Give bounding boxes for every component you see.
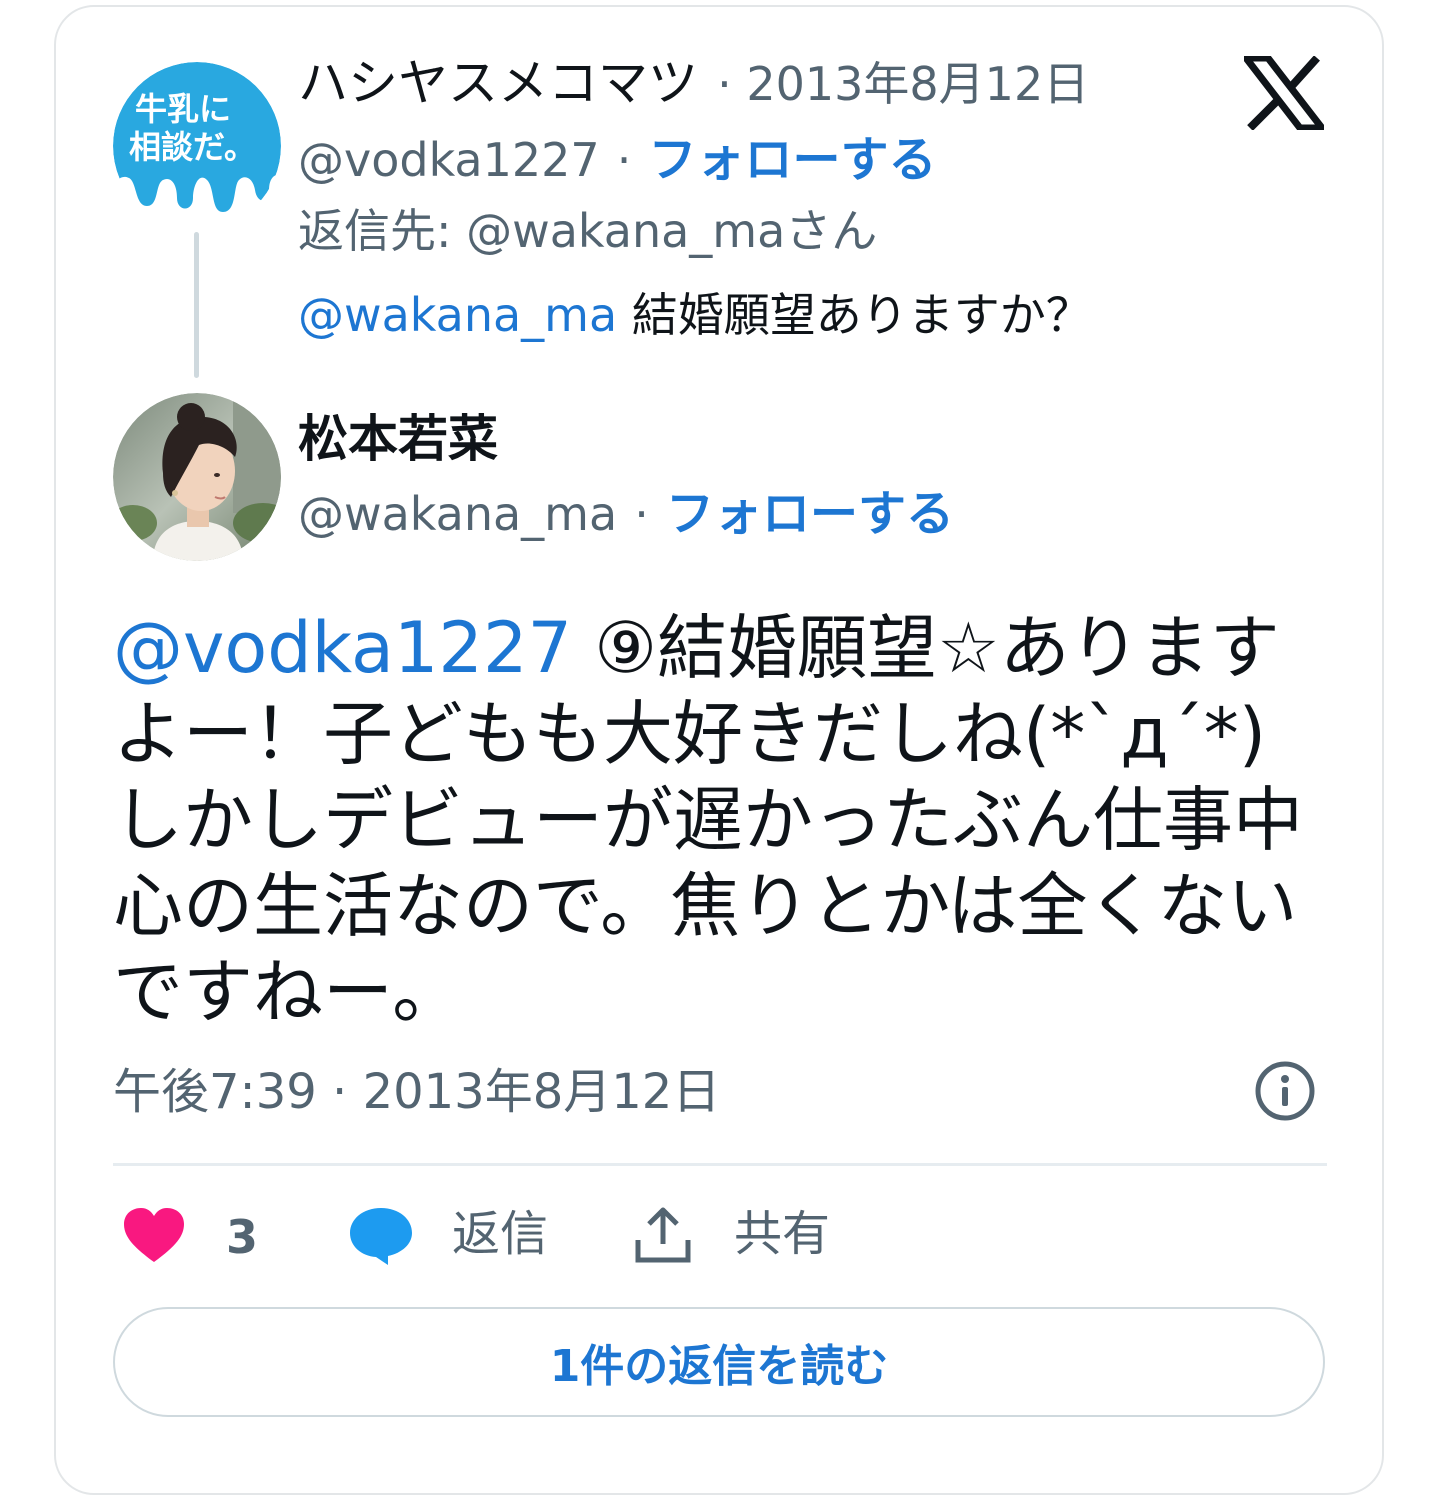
parent-handle[interactable]: @vodka1227 [298, 133, 600, 187]
reply-to-suffix: さん [785, 204, 878, 258]
read-replies-button[interactable]: 1件の返信を読む [113, 1307, 1325, 1417]
parent-header-line: ハシヤスメコマツ · 2013年8月12日 [298, 58, 1089, 108]
heart-icon [124, 1208, 184, 1262]
avatar-text-2: 相談だ。 [129, 128, 256, 166]
reply-to-handle[interactable]: @wakana_ma [466, 204, 785, 258]
x-logo-icon[interactable] [1238, 54, 1330, 132]
separator-dot: · [634, 487, 649, 541]
author-follow-link[interactable]: フォローする [666, 486, 954, 542]
profile-photo [113, 393, 281, 561]
like-button[interactable] [122, 1206, 186, 1264]
author-handle[interactable]: @wakana_ma [298, 487, 617, 541]
author-display-name[interactable]: 松本若菜 [298, 414, 498, 464]
author-handle-line: @wakana_ma · フォローする [298, 490, 954, 538]
info-icon[interactable] [1254, 1060, 1316, 1122]
share-icon[interactable] [634, 1204, 692, 1264]
parent-date[interactable]: · 2013年8月12日 [717, 57, 1089, 111]
separator-dot: · [616, 133, 632, 187]
parent-avatar[interactable]: 牛乳に 相談だ。 [113, 62, 281, 230]
milk-logo-icon: 牛乳に 相談だ。 [113, 62, 281, 230]
parent-text-body: 結婚願望ありますか？ [617, 288, 1092, 342]
tweet-text-mention[interactable]: @vodka1227 [113, 607, 572, 689]
avatar-text-1: 牛乳に [135, 90, 231, 128]
parent-handle-line: @vodka1227 · フォローする [298, 136, 936, 184]
reply-to-prefix: 返信先: [298, 204, 467, 258]
divider [113, 1163, 1327, 1166]
reply-icon[interactable] [348, 1206, 414, 1266]
parent-tweet-text: @wakana_ma 結婚願望ありますか？ [298, 292, 1092, 338]
reply-to-line: 返信先: @wakana_maさん [298, 208, 877, 254]
tweet-text: @vodka1227 ⑨結婚願望☆ありますよー！子どもも大好きだしね(*`д´*… [113, 605, 1328, 1035]
tweet-timestamp[interactable]: 午後7:39 · 2013年8月12日 [113, 1068, 720, 1116]
parent-text-mention[interactable]: @wakana_ma [298, 288, 617, 342]
parent-display-name[interactable]: ハシヤスメコマツ [298, 54, 698, 112]
reply-button[interactable]: 返信 [452, 1210, 548, 1258]
thread-connector-line [194, 232, 199, 378]
share-button[interactable]: 共有 [734, 1210, 830, 1258]
author-avatar[interactable] [113, 393, 281, 561]
like-count: 3 [226, 1210, 259, 1264]
parent-follow-link[interactable]: フォローする [648, 132, 936, 188]
